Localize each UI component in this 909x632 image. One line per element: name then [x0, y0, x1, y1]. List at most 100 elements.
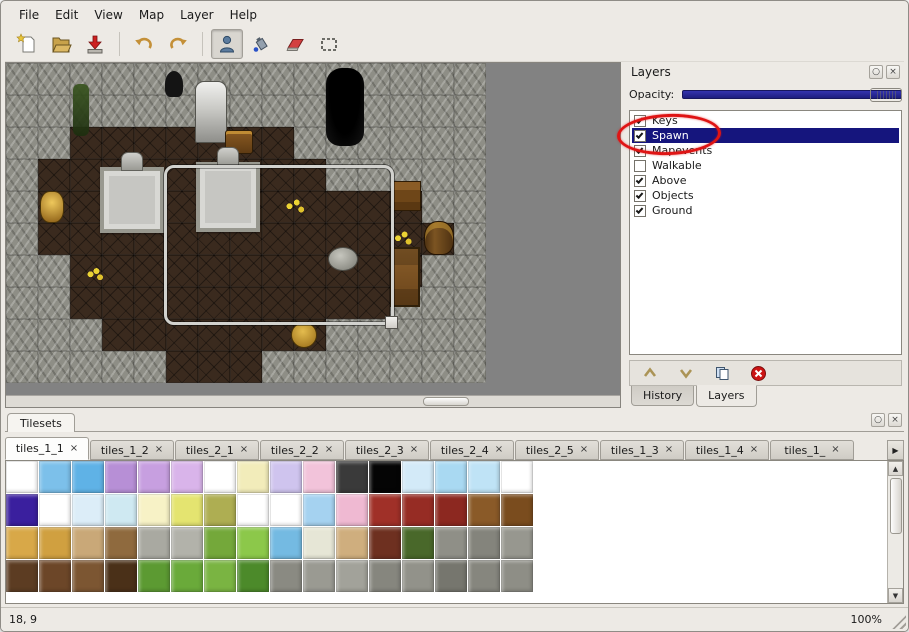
tileset-tile[interactable] [237, 494, 269, 526]
tileset-tile[interactable] [237, 527, 269, 559]
fill-tool-button[interactable] [245, 29, 277, 59]
tileset-tile[interactable] [105, 494, 137, 526]
close-icon[interactable]: × [665, 445, 673, 455]
tileset-tile[interactable] [270, 527, 302, 559]
layer-delete-button[interactable] [748, 363, 768, 383]
layer-visibility-checkbox[interactable] [634, 175, 646, 187]
close-icon[interactable]: × [70, 444, 78, 454]
tileset-tile[interactable] [204, 494, 236, 526]
resize-grip[interactable] [892, 615, 906, 629]
menu-layer[interactable]: Layer [172, 6, 221, 24]
tileset-tile[interactable] [369, 494, 401, 526]
menu-help[interactable]: Help [222, 6, 265, 24]
close-icon[interactable]: × [325, 445, 333, 455]
close-icon[interactable]: × [155, 445, 163, 455]
close-icon[interactable]: × [580, 445, 588, 455]
tileset-tab[interactable]: tiles_1_× [770, 440, 854, 460]
tileset-tile[interactable] [204, 527, 236, 559]
tileset-tile[interactable] [39, 527, 71, 559]
map-selection-rectangle[interactable] [164, 165, 394, 325]
tileset-tile[interactable] [105, 560, 137, 592]
tileset-tile[interactable] [72, 527, 104, 559]
tileset-tab[interactable]: tiles_1_1× [5, 437, 89, 460]
tileset-tile[interactable] [72, 494, 104, 526]
menu-map[interactable]: Map [131, 6, 172, 24]
close-icon[interactable]: × [410, 445, 418, 455]
layer-visibility-checkbox[interactable] [634, 115, 646, 127]
tileset-tile[interactable] [336, 527, 368, 559]
layer-duplicate-button[interactable] [712, 363, 732, 383]
select-tool-button[interactable] [313, 29, 345, 59]
layer-row[interactable]: Objects [632, 188, 899, 203]
tab-layers[interactable]: Layers [696, 385, 756, 407]
tileset-vertical-scrollbar[interactable]: ▲ ▼ [887, 461, 903, 603]
tileset-tile[interactable] [435, 527, 467, 559]
tileset-tile[interactable] [303, 494, 335, 526]
tileset-tile[interactable] [171, 527, 203, 559]
tileset-tile[interactable] [501, 527, 533, 559]
stamp-tool-button[interactable] [211, 29, 243, 59]
tileset-tile[interactable] [39, 494, 71, 526]
panel-close-button[interactable]: × [886, 65, 900, 79]
scrollbar-thumb[interactable] [423, 397, 469, 406]
layer-visibility-checkbox[interactable] [634, 145, 646, 157]
tileset-tile[interactable] [303, 560, 335, 592]
tileset-tile[interactable] [204, 461, 236, 493]
tileset-tile[interactable] [72, 560, 104, 592]
opacity-slider[interactable] [682, 90, 902, 99]
menu-view[interactable]: View [86, 6, 130, 24]
tileset-tile[interactable] [303, 461, 335, 493]
redo-button[interactable] [162, 29, 194, 59]
layer-visibility-checkbox[interactable] [634, 190, 646, 202]
tileset-tile[interactable] [138, 494, 170, 526]
open-button[interactable] [45, 29, 77, 59]
tileset-tile[interactable] [369, 461, 401, 493]
tileset-tile[interactable] [39, 461, 71, 493]
close-icon[interactable]: × [831, 445, 839, 455]
tileset-tile[interactable] [270, 560, 302, 592]
tileset-tile[interactable] [369, 527, 401, 559]
tileset-tile[interactable] [468, 527, 500, 559]
close-icon[interactable]: × [750, 445, 758, 455]
layer-row[interactable]: Keys [632, 113, 899, 128]
map-horizontal-scrollbar[interactable] [6, 395, 620, 407]
close-icon[interactable]: × [495, 445, 503, 455]
tileset-tile[interactable] [468, 494, 500, 526]
tileset-tile[interactable] [171, 560, 203, 592]
tileset-tile[interactable] [237, 461, 269, 493]
tab-history[interactable]: History [631, 386, 694, 406]
layer-row[interactable]: Ground [632, 203, 899, 218]
tileset-tile[interactable] [138, 527, 170, 559]
tileset-tile[interactable] [303, 527, 335, 559]
tileset-tile[interactable] [171, 461, 203, 493]
tilesets-panel-title[interactable]: Tilesets [7, 413, 75, 432]
tileset-tile[interactable] [105, 527, 137, 559]
tabs-scroll-right-button[interactable]: ▶ [887, 440, 904, 460]
save-button[interactable] [79, 29, 111, 59]
close-icon[interactable]: × [240, 445, 248, 455]
tileset-tab[interactable]: tiles_1_3× [600, 440, 684, 460]
panel-float-button[interactable]: ○ [871, 413, 885, 427]
menu-file[interactable]: File [11, 6, 47, 24]
tileset-tile[interactable] [435, 461, 467, 493]
tileset-tile[interactable] [6, 494, 38, 526]
tileset-tile[interactable] [501, 494, 533, 526]
menu-edit[interactable]: Edit [47, 6, 86, 24]
tileset-tile[interactable] [6, 461, 38, 493]
tileset-tile[interactable] [336, 494, 368, 526]
layer-visibility-checkbox[interactable] [634, 205, 646, 217]
tileset-tile[interactable] [435, 560, 467, 592]
layer-row[interactable]: Mapevents [632, 143, 899, 158]
layer-visibility-checkbox[interactable] [634, 130, 646, 142]
eraser-tool-button[interactable] [279, 29, 311, 59]
tileset-tile[interactable] [204, 560, 236, 592]
tileset-tile[interactable] [402, 494, 434, 526]
tileset-tile[interactable] [402, 461, 434, 493]
tileset-tile[interactable] [501, 461, 533, 493]
tileset-tile[interactable] [171, 494, 203, 526]
layer-list[interactable]: KeysSpawnMapeventsWalkableAboveObjectsGr… [629, 110, 902, 355]
tileset-tile[interactable] [402, 560, 434, 592]
tileset-tile[interactable] [105, 461, 137, 493]
tileset-tile[interactable] [270, 461, 302, 493]
tileset-tab[interactable]: tiles_1_2× [90, 440, 174, 460]
